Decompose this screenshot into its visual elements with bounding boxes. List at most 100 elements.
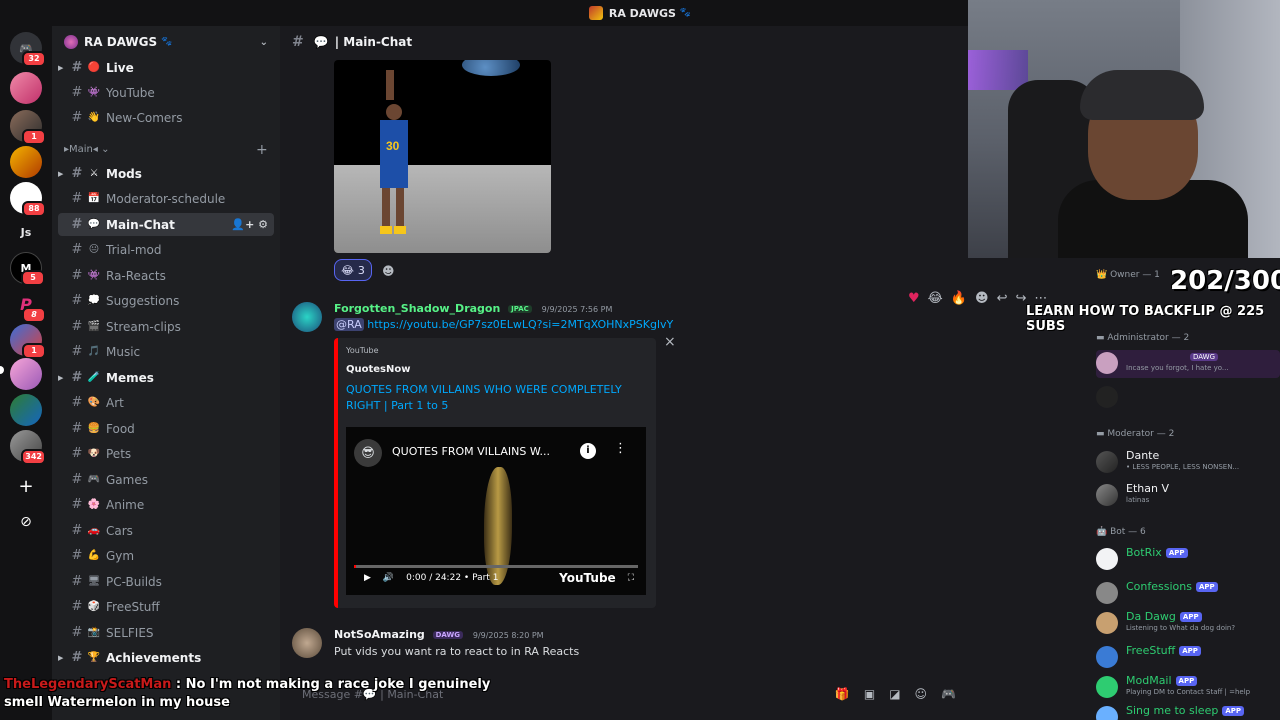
channel-ra-reacts[interactable]: # 👾 Ra-Reacts [58,264,274,287]
channel-selfies[interactable]: # 📸 SELFIES [58,621,274,644]
embed-title[interactable]: QUOTES FROM VILLAINS WHO WERE COMPLETELY… [346,382,646,414]
play-icon[interactable]: ▶ [364,573,371,583]
server-item[interactable] [10,72,42,104]
channel-new-comers[interactable]: # 👋 New-Comers [58,106,274,129]
chevron-down-icon[interactable]: ⌄ [260,37,268,48]
embed-author[interactable]: QuotesNow [346,364,410,375]
avatar [1096,386,1118,408]
gif-icon[interactable]: ▣ [864,687,875,701]
hash-icon: # [71,523,83,538]
channel-games[interactable]: # 🎮 Games [58,468,274,491]
server-label: Js [20,225,32,239]
member-bot-5[interactable]: Sing me to sleep APP [1096,704,1280,720]
close-icon[interactable]: × [664,334,676,350]
channel-freestuff[interactable]: # 🎲 FreeStuff [58,595,274,618]
avatar[interactable] [292,302,322,332]
server-item[interactable]: 342 [10,430,46,465]
channel-gym[interactable]: # 💪 Gym [58,544,274,567]
member-admin-1[interactable]: DAWG Incase you forgot, I hate yo... [1096,350,1280,378]
video-link[interactable]: https://youtu.be/GP7sz0ELwLQ?si=2MTqXOHN… [367,318,673,331]
mention[interactable]: @RA [334,318,364,331]
role-tag: DAWG [432,631,464,639]
hash-icon: # [71,60,83,75]
channel-emoji-icon: 💭 [87,295,101,306]
forward-icon[interactable]: ↪ [1016,291,1027,306]
server-item[interactable] [10,394,42,426]
channel-pc-builds[interactable]: # 🖥 PC-Builds [58,570,274,593]
message-author[interactable]: NotSoAmazing DAWG 9/9/2025 8:20 PM [334,628,544,641]
server-item[interactable]: 1 [10,324,46,359]
avatar [1096,548,1118,570]
channel-music[interactable]: # 🎵 Music [58,340,274,363]
channel-achievements[interactable]: ▶ # 🏆 Achievements [58,646,274,669]
message-content: Put vids you want ra to react to in RA R… [334,645,580,658]
channel-mods[interactable]: ▶ # ⚔ Mods [58,162,274,185]
channel-suggestions[interactable]: # 💭 Suggestions [58,289,274,312]
channel-label: Stream-clips [106,319,181,334]
emoji-icon[interactable]: ☺ [915,687,928,701]
member-bot-2[interactable]: Da Dawg APP Listening to What da dog doin? [1096,610,1280,638]
category-main[interactable]: ▸Main◂ ⌄ [64,144,110,155]
member-status: Incase you forgot, I hate yo... [1126,364,1229,372]
reaction-pill[interactable]: 😂 3 [334,259,372,281]
channel-memes[interactable]: ▶ # 🧪 Memes [58,366,274,389]
sticker-icon[interactable]: ◪ [889,687,900,701]
stream-chat-caption: TheLegendaryScatMan : No I'm not making … [4,676,524,712]
fire-reaction-icon[interactable]: 🔥 [951,291,967,306]
create-channel-button[interactable]: + [256,142,268,158]
member-bot-3[interactable]: FreeStuff APP [1096,644,1280,672]
channel-main-chat[interactable]: # 💬 Main-Chat 👤+ ⚙ [58,213,274,236]
add-server-button[interactable]: + [10,470,42,502]
image-attachment[interactable]: 30 [334,60,551,253]
add-reaction-icon[interactable]: ☻ [975,291,989,306]
channel-label: PC-Builds [106,574,162,589]
laugh-reaction-icon[interactable]: 😂 [928,291,943,306]
youtube-logo[interactable]: YouTube [559,571,616,585]
reply-icon[interactable]: ↩ [997,291,1008,306]
server-item[interactable]: 1 [10,110,46,145]
server-item[interactable]: 88 [10,182,46,217]
message-author[interactable]: Forgotten_Shadow_Dragon JPAC 9/9/2025 7:… [334,302,612,315]
channel-settings-icon[interactable]: 👤+ ⚙ [231,218,274,231]
channel-moderator-schedule[interactable]: # 📅 Moderator-schedule [58,187,274,210]
info-icon[interactable]: i [580,443,596,459]
gift-icon[interactable]: 🎁 [835,687,850,701]
more-vertical-icon[interactable]: ⋮ [614,441,627,456]
video-player[interactable]: 😎 QUOTES FROM VILLAINS W... i ⋮ ▶ 🔊 0:00… [346,427,646,595]
channel-anime[interactable]: # 🌸 Anime [58,493,274,516]
channel-trial-mod[interactable]: # 😐 Trial-mod [58,238,274,261]
channel-art[interactable]: # 🎨 Art [58,391,274,414]
hash-icon: # [71,395,83,410]
server-item-js[interactable]: Js [10,216,42,248]
home-button[interactable]: 🎮 32 [10,32,46,67]
moon-surface [334,165,551,253]
volume-icon[interactable]: 🔊 [383,573,394,583]
member-bot-1[interactable]: Confessions APP [1096,580,1280,608]
avatar[interactable] [292,628,322,658]
channel-live[interactable]: ▶ # 🔴 Live [58,56,274,79]
channel-emoji-icon: 🧪 [87,372,101,383]
server-item[interactable] [10,146,42,178]
apps-icon[interactable]: 🎮 [941,687,956,701]
channel-stream-clips[interactable]: # 🎬 Stream-clips [58,315,274,338]
channel-label: Food [106,421,135,436]
channel-pets[interactable]: # 🐶 Pets [58,442,274,465]
app-tag: APP [1175,676,1198,686]
fullscreen-icon[interactable]: ⛶ [628,573,634,583]
channel-cars[interactable]: # 🚗 Cars [58,519,274,542]
server-item[interactable]: P 8 [10,288,46,323]
progress-bar[interactable] [354,565,638,568]
member-bot-4[interactable]: ModMail APP Playing DM to Contact Staff | … [1096,674,1280,702]
server-header[interactable]: RA DAWGS 🐾 ⌄ [52,26,280,58]
channel-food[interactable]: # 🍔 Food [58,417,274,440]
member-mod-1[interactable]: Dante • LESS PEOPLE, LESS NONSEN... [1096,449,1280,477]
server-item[interactable]: M 5 [10,252,45,286]
channel-youtube[interactable]: # 👾 YouTube [58,81,274,104]
member-bot-0[interactable]: BotRix APP [1096,546,1280,574]
add-reaction-icon[interactable]: ☻ [382,264,395,278]
heart-reaction-icon[interactable]: ♥ [908,291,920,306]
member-admin-2[interactable] [1096,384,1280,412]
server-item-active[interactable] [10,358,42,390]
discover-button[interactable]: ⊘ [10,506,42,538]
member-mod-2[interactable]: Ethan V latinas [1096,482,1280,510]
